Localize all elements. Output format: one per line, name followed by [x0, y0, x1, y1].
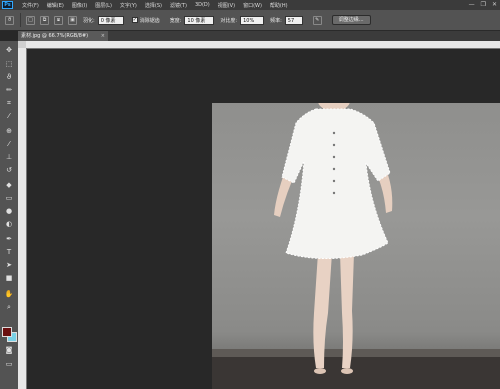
ruler-corner: [18, 41, 26, 48]
brush-icon[interactable]: ⁄: [3, 139, 15, 149]
history-brush-icon[interactable]: ↺: [3, 165, 15, 175]
menu-bar: Ps 文件(F) 编辑(E) 图像(I) 图层(L) 文字(Y) 选择(S) 滤…: [0, 0, 500, 10]
eyedropper-icon[interactable]: ⁄: [3, 111, 15, 121]
move-icon[interactable]: ✥: [3, 45, 15, 55]
type-icon[interactable]: T: [3, 247, 15, 257]
dodge-icon[interactable]: ◐: [3, 219, 15, 229]
feather-label: 羽化:: [83, 17, 95, 24]
frequency-input[interactable]: 57: [284, 15, 303, 25]
lasso-icon[interactable]: ϑ: [3, 72, 15, 82]
antialias-checkbox[interactable]: ✓: [131, 17, 138, 23]
intersect-selection-icon[interactable]: ▣: [68, 15, 77, 25]
menu-view[interactable]: 视图(V): [214, 2, 239, 9]
zoom-icon[interactable]: ⌕: [3, 302, 15, 312]
quick-mask-icon[interactable]: ◙: [3, 345, 15, 355]
separator: [20, 13, 21, 27]
screen-mode-icon[interactable]: ▭: [3, 359, 15, 369]
menu-edit[interactable]: 编辑(E): [43, 2, 68, 9]
vertical-ruler[interactable]: [18, 48, 27, 389]
document-tab-title: 素材.jpg @ 66.7%(RGB/8#): [21, 33, 89, 39]
foreground-color-swatch[interactable]: [2, 327, 12, 337]
feather-input[interactable]: 0 像素: [97, 15, 124, 25]
refine-edge-button[interactable]: 调整边缘...: [331, 15, 371, 25]
pen-icon[interactable]: ✒: [3, 234, 15, 244]
menu-layer[interactable]: 图层(L): [91, 2, 116, 9]
tools-panel: ✥ ⬚ ϑ ✏ ⌗ ⁄ ⊕ ⁄ ⊥ ↺ ◆ ▭ ● ◐ ✒ T ➤ ■ ✋ ⌕ …: [0, 41, 19, 389]
close-button[interactable]: ✕: [492, 1, 497, 8]
width-input[interactable]: 10 像素: [184, 15, 215, 25]
menu-file[interactable]: 文件(F): [18, 2, 43, 9]
menu-help[interactable]: 帮助(H): [266, 2, 292, 9]
blur-icon[interactable]: ●: [3, 206, 15, 216]
menu-image[interactable]: 图像(I): [68, 2, 91, 9]
healing-brush-icon[interactable]: ⊕: [3, 126, 15, 136]
photo-illustration: [212, 103, 500, 389]
new-selection-icon[interactable]: □: [26, 15, 35, 25]
contrast-input[interactable]: 10%: [240, 15, 265, 25]
menu-window[interactable]: 窗口(W): [239, 2, 266, 9]
document-tab-bar: 素材.jpg @ 66.7%(RGB/8#) ×: [18, 31, 500, 41]
magnetic-lasso-preset-icon[interactable]: ϑ: [5, 15, 14, 25]
document-tab[interactable]: 素材.jpg @ 66.7%(RGB/8#) ×: [18, 31, 108, 41]
subtract-selection-icon[interactable]: ⧈: [54, 15, 63, 25]
horizontal-ruler[interactable]: [26, 41, 500, 49]
marquee-icon[interactable]: ⬚: [3, 59, 15, 69]
hand-icon[interactable]: ✋: [3, 289, 15, 299]
quick-select-icon[interactable]: ✏: [3, 85, 15, 95]
menu-filter[interactable]: 滤镜(T): [166, 2, 191, 9]
eraser-icon[interactable]: ◆: [3, 180, 15, 190]
width-label: 宽度:: [169, 17, 182, 24]
menu-type[interactable]: 文字(Y): [116, 2, 141, 9]
add-selection-icon[interactable]: ⧉: [40, 15, 49, 25]
gradient-icon[interactable]: ▭: [3, 193, 15, 203]
document-image[interactable]: [212, 103, 500, 389]
close-tab-icon[interactable]: ×: [101, 31, 105, 41]
menu-3d[interactable]: 3D(D): [191, 2, 214, 8]
photoshop-logo: Ps: [2, 1, 13, 9]
shape-icon[interactable]: ■: [3, 273, 15, 283]
path-select-icon[interactable]: ➤: [3, 260, 15, 270]
contrast-label: 对比度:: [220, 17, 238, 24]
crop-icon[interactable]: ⌗: [3, 98, 15, 108]
frequency-label: 频率:: [270, 17, 282, 24]
tablet-pressure-icon[interactable]: ✎: [312, 15, 322, 25]
antialias-label: 消除锯齿: [139, 17, 160, 24]
clone-stamp-icon[interactable]: ⊥: [3, 152, 15, 162]
minimize-button[interactable]: —: [469, 1, 475, 8]
menu-select[interactable]: 选择(S): [141, 2, 166, 9]
window-controls: — ❐ ✕: [469, 1, 497, 8]
options-bar: ϑ □ ⧉ ⧈ ▣ 羽化: 0 像素 ✓ 消除锯齿 宽度: 10 像素 对比度:…: [0, 10, 500, 31]
restore-button[interactable]: ❐: [481, 1, 486, 8]
